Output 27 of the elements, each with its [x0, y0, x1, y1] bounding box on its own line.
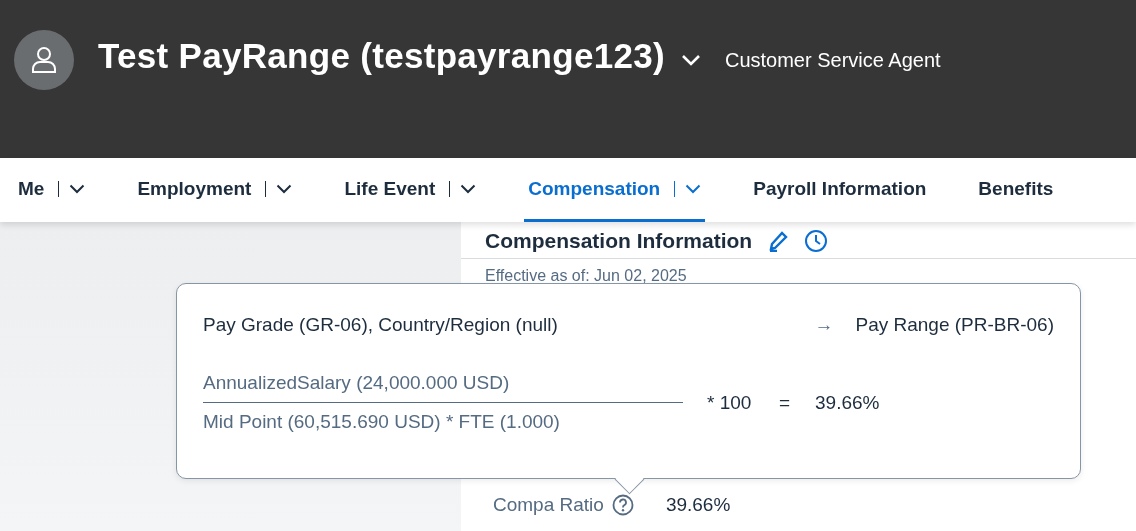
help-icon[interactable]	[611, 494, 634, 516]
job-title: Customer Service Agent	[724, 49, 941, 72]
edit-icon[interactable]	[768, 230, 789, 252]
field-label: Compa Ratio	[493, 494, 604, 516]
history-icon[interactable]	[804, 229, 829, 253]
denominator-text: Mid Point (60,515.690 USD) * FTE (1.000)	[203, 410, 561, 433]
source-text: Pay Grade (GR-06), Country/Region (null)	[203, 314, 559, 336]
arrow-text: →	[814, 314, 834, 336]
caret-icon[interactable]	[460, 183, 477, 194]
nav-tab[interactable]: Payroll Information	[749, 158, 931, 222]
field-value: 39.66%	[665, 494, 731, 516]
equals-sign: =	[779, 391, 792, 414]
nav-tab[interactable]: Employment	[133, 158, 297, 222]
section-title: Compensation Information	[485, 229, 753, 253]
multiplier-text: * 100	[707, 391, 753, 414]
target-text: Pay Range (PR-BR-06)	[855, 314, 1054, 336]
employee-name: Test PayRange (testpayrange123)	[98, 36, 665, 76]
nav-tab[interactable]: Benefits	[974, 158, 1058, 222]
avatar-icon	[14, 30, 74, 90]
numerator-text: AnnualizedSalary (24,000.000 USD)	[203, 372, 683, 403]
caret-icon[interactable]	[69, 183, 86, 194]
caret-icon[interactable]	[276, 183, 293, 194]
nav-tab[interactable]: Life Event	[340, 158, 481, 222]
result-value: 39.66%	[815, 391, 880, 414]
effective-date: Effective as of: Jun 02, 2025	[484, 266, 688, 285]
nav-tab[interactable]: Me	[14, 158, 90, 222]
caret-icon[interactable]	[680, 54, 701, 66]
